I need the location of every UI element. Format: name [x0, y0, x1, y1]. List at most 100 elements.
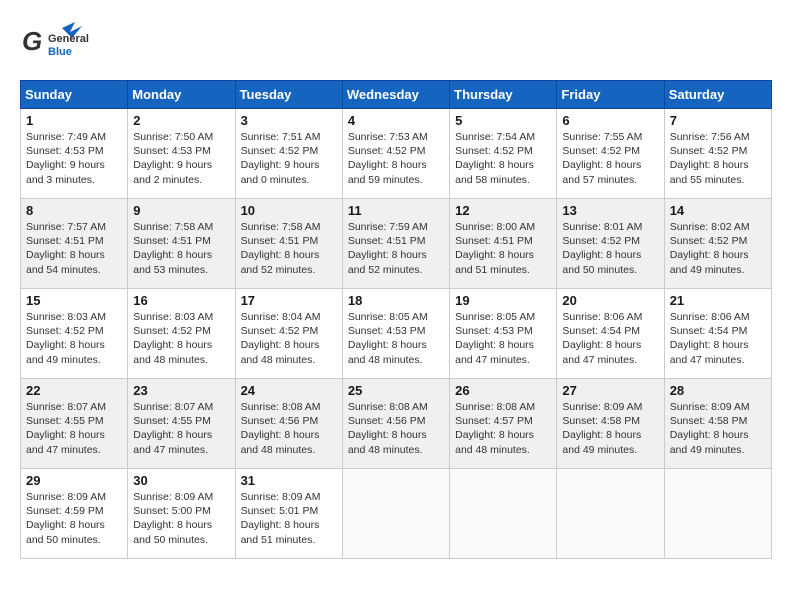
day-info: Sunrise: 8:05 AMSunset: 4:53 PMDaylight:…	[455, 310, 551, 367]
weekday-header-tuesday: Tuesday	[235, 81, 342, 109]
day-cell-10: 10Sunrise: 7:58 AMSunset: 4:51 PMDayligh…	[235, 199, 342, 289]
day-info: Sunrise: 8:09 AMSunset: 4:58 PMDaylight:…	[562, 400, 658, 457]
day-info: Sunrise: 7:59 AMSunset: 4:51 PMDaylight:…	[348, 220, 444, 277]
day-number: 7	[670, 113, 766, 128]
day-info: Sunrise: 7:58 AMSunset: 4:51 PMDaylight:…	[133, 220, 229, 277]
header: G General Blue	[20, 20, 772, 70]
day-info: Sunrise: 8:07 AMSunset: 4:55 PMDaylight:…	[26, 400, 122, 457]
day-cell-1: 1 Sunrise: 7:49 AMSunset: 4:53 PMDaylight…	[21, 109, 128, 199]
day-info: Sunrise: 8:09 AMSunset: 4:59 PMDaylight:…	[26, 490, 122, 547]
day-number: 22	[26, 383, 122, 398]
day-cell-14: 14Sunrise: 8:02 AMSunset: 4:52 PMDayligh…	[664, 199, 771, 289]
day-cell-7: 7 Sunrise: 7:56 AMSunset: 4:52 PMDaylight…	[664, 109, 771, 199]
week-row-4: 22 Sunrise: 8:07 AMSunset: 4:55 PMDayligh…	[21, 379, 772, 469]
logo: G General Blue	[20, 20, 100, 70]
day-number: 8	[26, 203, 122, 218]
day-info: Sunrise: 8:03 AMSunset: 4:52 PMDaylight:…	[26, 310, 122, 367]
weekday-header-row: SundayMondayTuesdayWednesdayThursdayFrid…	[21, 81, 772, 109]
day-cell-8: 8 Sunrise: 7:57 AMSunset: 4:51 PMDaylight…	[21, 199, 128, 289]
day-info: Sunrise: 8:04 AMSunset: 4:52 PMDaylight:…	[241, 310, 337, 367]
weekday-header-sunday: Sunday	[21, 81, 128, 109]
day-info: Sunrise: 8:06 AMSunset: 4:54 PMDaylight:…	[670, 310, 766, 367]
day-cell-23: 23 Sunrise: 8:07 AMSunset: 4:55 PMDayligh…	[128, 379, 235, 469]
day-info: Sunrise: 7:58 AMSunset: 4:51 PMDaylight:…	[241, 220, 337, 277]
day-number: 3	[241, 113, 337, 128]
day-cell-11: 11Sunrise: 7:59 AMSunset: 4:51 PMDayligh…	[342, 199, 449, 289]
weekday-header-thursday: Thursday	[450, 81, 557, 109]
day-cell-20: 20 Sunrise: 8:06 AMSunset: 4:54 PMDayligh…	[557, 289, 664, 379]
day-info: Sunrise: 8:00 AMSunset: 4:51 PMDaylight:…	[455, 220, 551, 277]
day-cell-16: 16 Sunrise: 8:03 AMSunset: 4:52 PMDayligh…	[128, 289, 235, 379]
day-cell-27: 27 Sunrise: 8:09 AMSunset: 4:58 PMDayligh…	[557, 379, 664, 469]
day-info: Sunrise: 8:01 AMSunset: 4:52 PMDaylight:…	[562, 220, 658, 277]
svg-text:General: General	[48, 33, 89, 45]
day-cell-3: 3Sunrise: 7:51 AMSunset: 4:52 PMDaylight…	[235, 109, 342, 199]
weekday-header-wednesday: Wednesday	[342, 81, 449, 109]
svg-text:G: G	[22, 26, 42, 56]
calendar-table: SundayMondayTuesdayWednesdayThursdayFrid…	[20, 80, 772, 559]
day-info: Sunrise: 8:03 AMSunset: 4:52 PMDaylight:…	[133, 310, 229, 367]
day-cell-12: 12 Sunrise: 8:00 AMSunset: 4:51 PMDayligh…	[450, 199, 557, 289]
day-info: Sunrise: 7:55 AMSunset: 4:52 PMDaylight:…	[562, 130, 658, 187]
empty-cell	[450, 469, 557, 559]
empty-cell	[557, 469, 664, 559]
logo-graphic: G General Blue	[20, 20, 100, 70]
week-row-1: 1 Sunrise: 7:49 AMSunset: 4:53 PMDaylight…	[21, 109, 772, 199]
day-number: 27	[562, 383, 658, 398]
day-cell-18: 18Sunrise: 8:05 AMSunset: 4:53 PMDayligh…	[342, 289, 449, 379]
day-cell-29: 29 Sunrise: 8:09 AMSunset: 4:59 PMDayligh…	[21, 469, 128, 559]
day-number: 31	[241, 473, 337, 488]
day-info: Sunrise: 8:06 AMSunset: 4:54 PMDaylight:…	[562, 310, 658, 367]
week-row-3: 15 Sunrise: 8:03 AMSunset: 4:52 PMDayligh…	[21, 289, 772, 379]
day-cell-30: 30 Sunrise: 8:09 AMSunset: 5:00 PMDayligh…	[128, 469, 235, 559]
day-info: Sunrise: 7:50 AMSunset: 4:53 PMDaylight:…	[133, 130, 229, 187]
day-number: 2	[133, 113, 229, 128]
day-number: 1	[26, 113, 122, 128]
day-number: 30	[133, 473, 229, 488]
day-number: 24	[241, 383, 337, 398]
day-cell-17: 17 Sunrise: 8:04 AMSunset: 4:52 PMDayligh…	[235, 289, 342, 379]
day-number: 28	[670, 383, 766, 398]
day-info: Sunrise: 8:08 AMSunset: 4:57 PMDaylight:…	[455, 400, 551, 457]
day-cell-28: 28 Sunrise: 8:09 AMSunset: 4:58 PMDayligh…	[664, 379, 771, 469]
day-cell-22: 22 Sunrise: 8:07 AMSunset: 4:55 PMDayligh…	[21, 379, 128, 469]
day-number: 6	[562, 113, 658, 128]
day-cell-5: 5Sunrise: 7:54 AMSunset: 4:52 PMDaylight…	[450, 109, 557, 199]
day-info: Sunrise: 8:08 AMSunset: 4:56 PMDaylight:…	[348, 400, 444, 457]
week-row-2: 8 Sunrise: 7:57 AMSunset: 4:51 PMDaylight…	[21, 199, 772, 289]
empty-cell	[342, 469, 449, 559]
weekday-header-monday: Monday	[128, 81, 235, 109]
day-number: 12	[455, 203, 551, 218]
day-cell-24: 24 Sunrise: 8:08 AMSunset: 4:56 PMDayligh…	[235, 379, 342, 469]
day-number: 23	[133, 383, 229, 398]
day-number: 20	[562, 293, 658, 308]
page-container: G General Blue SundayMondayTuesdayWednes…	[20, 20, 772, 559]
day-cell-21: 21 Sunrise: 8:06 AMSunset: 4:54 PMDayligh…	[664, 289, 771, 379]
day-cell-26: 26 Sunrise: 8:08 AMSunset: 4:57 PMDayligh…	[450, 379, 557, 469]
day-number: 21	[670, 293, 766, 308]
day-number: 26	[455, 383, 551, 398]
day-cell-6: 6 Sunrise: 7:55 AMSunset: 4:52 PMDaylight…	[557, 109, 664, 199]
day-cell-31: 31Sunrise: 8:09 AMSunset: 5:01 PMDayligh…	[235, 469, 342, 559]
day-number: 17	[241, 293, 337, 308]
day-info: Sunrise: 8:02 AMSunset: 4:52 PMDaylight:…	[670, 220, 766, 277]
day-cell-25: 25Sunrise: 8:08 AMSunset: 4:56 PMDayligh…	[342, 379, 449, 469]
day-info: Sunrise: 7:57 AMSunset: 4:51 PMDaylight:…	[26, 220, 122, 277]
svg-text:Blue: Blue	[48, 46, 72, 58]
day-info: Sunrise: 7:56 AMSunset: 4:52 PMDaylight:…	[670, 130, 766, 187]
day-info: Sunrise: 8:09 AMSunset: 4:58 PMDaylight:…	[670, 400, 766, 457]
day-number: 15	[26, 293, 122, 308]
day-info: Sunrise: 8:08 AMSunset: 4:56 PMDaylight:…	[241, 400, 337, 457]
day-info: Sunrise: 8:07 AMSunset: 4:55 PMDaylight:…	[133, 400, 229, 457]
day-number: 13	[562, 203, 658, 218]
empty-cell	[664, 469, 771, 559]
week-row-5: 29 Sunrise: 8:09 AMSunset: 4:59 PMDayligh…	[21, 469, 772, 559]
day-info: Sunrise: 7:49 AMSunset: 4:53 PMDaylight:…	[26, 130, 122, 187]
day-number: 16	[133, 293, 229, 308]
day-number: 29	[26, 473, 122, 488]
day-number: 18	[348, 293, 444, 308]
day-number: 4	[348, 113, 444, 128]
day-cell-9: 9Sunrise: 7:58 AMSunset: 4:51 PMDaylight…	[128, 199, 235, 289]
day-info: Sunrise: 8:09 AMSunset: 5:00 PMDaylight:…	[133, 490, 229, 547]
day-number: 19	[455, 293, 551, 308]
